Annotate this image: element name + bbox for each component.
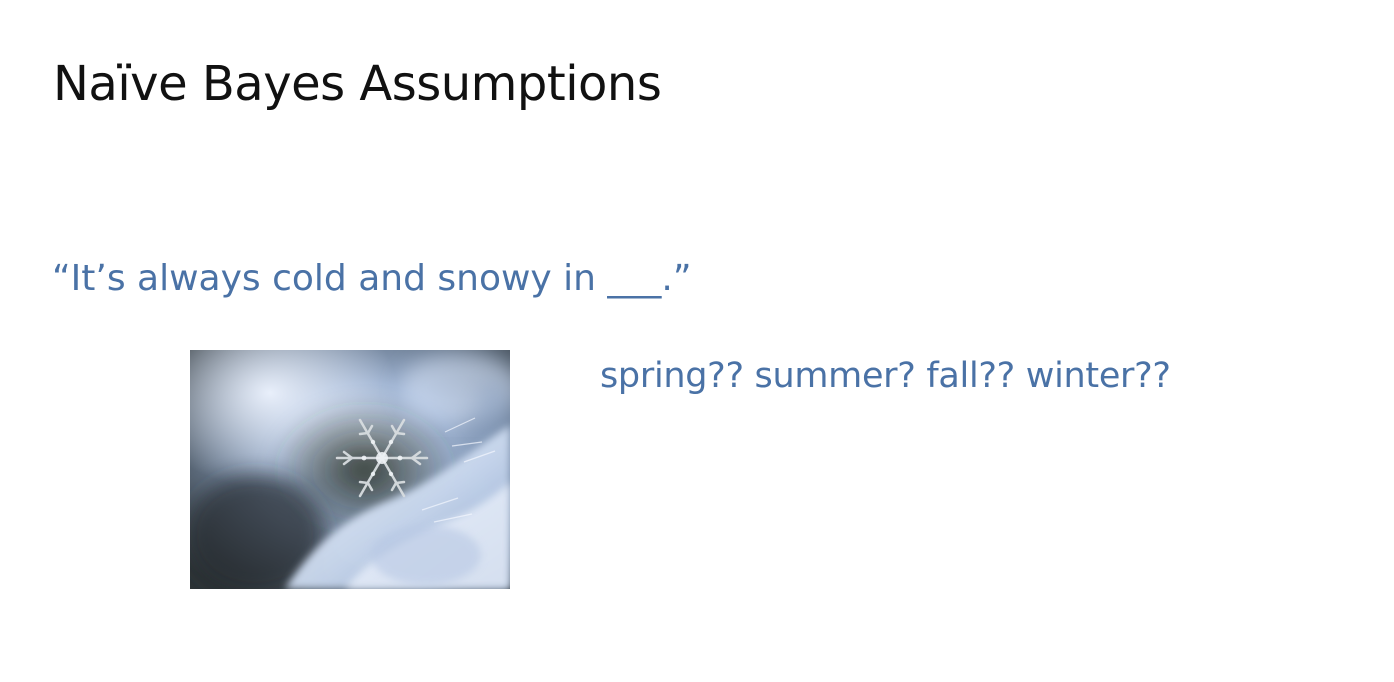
- slide-title: Naïve Bayes Assumptions: [53, 56, 662, 112]
- slide: Naïve Bayes Assumptions “It’s always col…: [0, 0, 1394, 682]
- snowflake-photo: [190, 350, 510, 589]
- snowflake-image: [190, 350, 510, 589]
- season-options: spring?? summer? fall?? winter??: [600, 356, 1171, 396]
- example-sentence: “It’s always cold and snowy in ___.”: [52, 258, 692, 299]
